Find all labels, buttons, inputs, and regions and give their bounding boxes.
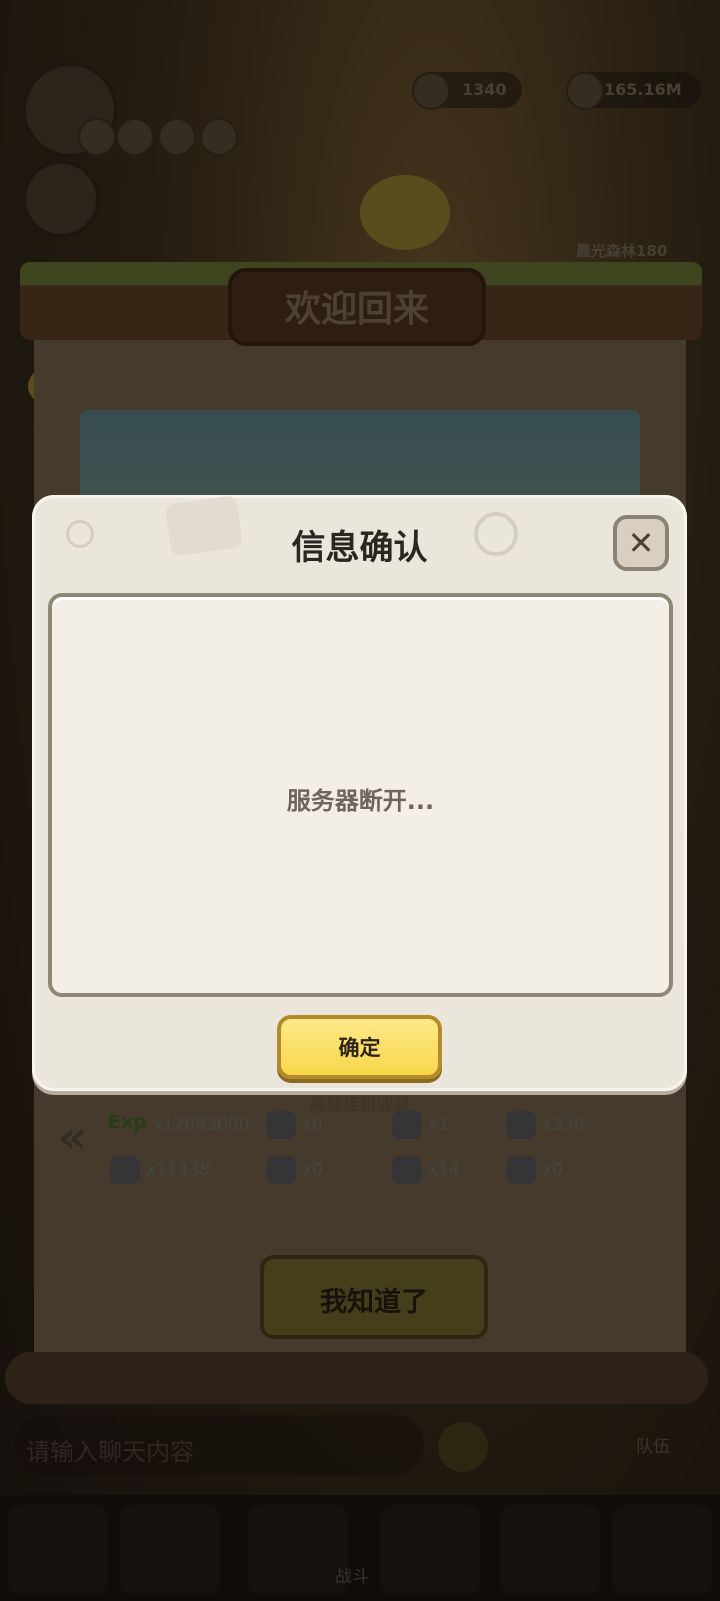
confirm-button[interactable]: 确定 xyxy=(277,1015,442,1079)
close-icon: ✕ xyxy=(627,524,655,562)
close-button[interactable]: ✕ xyxy=(613,515,669,571)
dialog-title: 信息确认 xyxy=(291,528,428,568)
dialog-message: 服务器断开... xyxy=(286,787,435,815)
confirm-button-label: 确定 xyxy=(338,1036,381,1060)
